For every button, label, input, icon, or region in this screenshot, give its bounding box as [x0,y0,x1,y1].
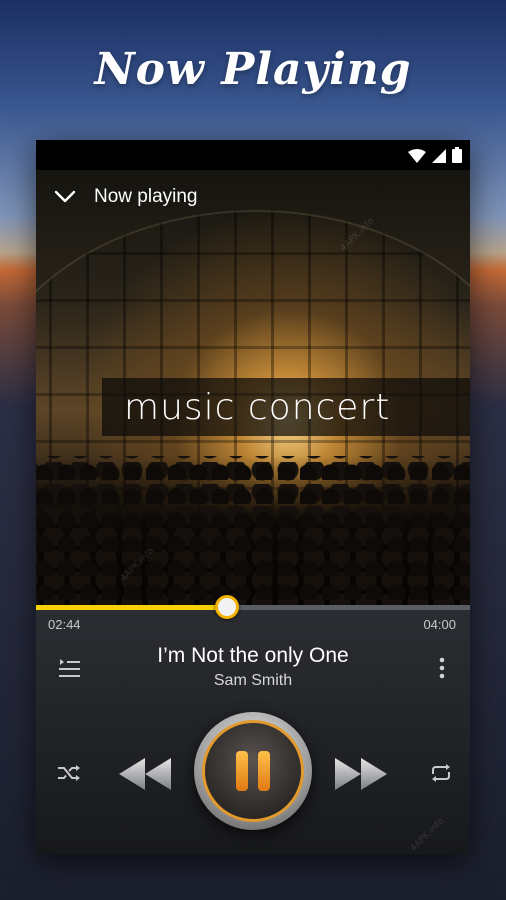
track-title: I’m Not the only One [157,644,349,667]
header-title: Now playing [94,186,198,207]
pause-icon [202,720,304,822]
album-banner-text: music concert [124,386,391,428]
fast-forward-icon[interactable] [332,752,390,796]
status-bar [36,140,470,170]
header-bar: Now playing [36,170,470,224]
seek-thumb[interactable] [215,595,239,619]
cell-signal-icon [432,148,446,167]
more-vert-icon[interactable] [432,654,452,682]
phone-frame: Now playing music concert 02:44 04:00 I’… [36,140,470,854]
pause-button[interactable] [194,712,312,830]
elapsed-time: 02:44 [48,617,81,632]
rewind-icon[interactable] [116,752,174,796]
promo-title: Now Playing [94,44,412,95]
repeat-icon[interactable] [428,760,454,786]
battery-icon [452,147,462,167]
total-duration: 04:00 [423,617,456,632]
chevron-down-icon[interactable] [54,190,76,204]
seek-bar-progress [36,605,227,610]
queue-list-icon[interactable] [56,655,82,681]
shuffle-icon[interactable] [56,760,82,786]
crowd-graphic [36,456,470,606]
wifi-icon [408,148,426,167]
track-artist: Sam Smith [213,672,293,689]
seek-bar[interactable] [36,595,470,619]
album-banner: music concert [102,378,470,436]
